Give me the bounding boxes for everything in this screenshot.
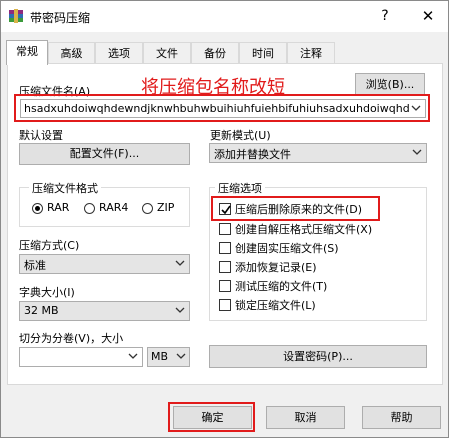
- chevron-down-icon: [128, 350, 138, 362]
- update-mode-value: 添加并替换文件: [214, 148, 291, 161]
- split-unit-select[interactable]: MB: [147, 347, 190, 367]
- method-value: 标准: [24, 259, 46, 272]
- filename-highlight-box: [14, 94, 430, 122]
- checkbox-solid[interactable]: [219, 242, 231, 254]
- radio-rar4-label: RAR4: [99, 201, 129, 214]
- checkbox-sfx[interactable]: [219, 223, 231, 235]
- chevron-down-icon: [175, 304, 185, 316]
- tab-options[interactable]: 选项: [95, 42, 143, 64]
- ok-highlight-box: [168, 402, 255, 432]
- dictionary-value: 32 MB: [24, 304, 59, 317]
- tab-advanced[interactable]: 高级: [48, 42, 95, 64]
- checkbox-sfx-label: 创建自解压格式压缩文件(X): [235, 223, 373, 236]
- set-password-button[interactable]: 设置密码(P)...: [209, 345, 427, 368]
- tab-files[interactable]: 文件: [143, 42, 191, 64]
- checkbox-recovery[interactable]: [219, 261, 231, 273]
- dictionary-label: 字典大小(I): [19, 286, 75, 299]
- update-mode-select[interactable]: 添加并替换文件: [209, 143, 427, 163]
- radio-zip-label: ZIP: [157, 201, 175, 214]
- tab-time[interactable]: 时间: [239, 42, 287, 64]
- split-label: 切分为分卷(V)，大小: [19, 332, 124, 345]
- tab-general[interactable]: 常规: [6, 40, 48, 65]
- delete-option-highlight-box: [211, 196, 380, 221]
- dictionary-select[interactable]: 32 MB: [19, 301, 190, 321]
- radio-zip[interactable]: [142, 203, 153, 214]
- radio-rar[interactable]: [32, 203, 43, 214]
- checkbox-lock[interactable]: [219, 299, 231, 311]
- default-settings-label: 默认设置: [19, 129, 63, 142]
- profiles-button[interactable]: 配置文件(F)...: [19, 143, 190, 165]
- cancel-button[interactable]: 取消: [266, 406, 345, 429]
- chevron-down-icon: [176, 350, 186, 362]
- winrar-app-icon: [8, 8, 24, 24]
- options-group-label: 压缩选项: [215, 180, 265, 196]
- title-bar[interactable]: 带密码压缩 ? ✕: [1, 1, 448, 32]
- checkbox-test[interactable]: [219, 280, 231, 292]
- chevron-down-icon: [175, 257, 185, 269]
- radio-rar4[interactable]: [84, 203, 95, 214]
- help-button[interactable]: 帮助: [362, 406, 441, 429]
- checkbox-lock-label: 锁定压缩文件(L): [235, 299, 316, 312]
- browse-button[interactable]: 浏览(B)...: [355, 73, 425, 96]
- split-unit-value: MB: [151, 350, 169, 363]
- chevron-down-icon: [412, 146, 422, 158]
- checkbox-recovery-label: 添加恢复记录(E): [235, 261, 317, 274]
- window-title: 带密码压缩: [30, 11, 91, 25]
- checkbox-test-label: 测试压缩的文件(T): [235, 280, 328, 293]
- method-label: 压缩方式(C): [19, 239, 80, 252]
- archive-dialog: 带密码压缩 ? ✕ 常规 高级 选项 文件 备份 时间 注释 压缩文件名(A) …: [0, 0, 449, 438]
- checkbox-solid-label: 创建固实压缩文件(S): [235, 242, 339, 255]
- split-size-combo[interactable]: [19, 347, 143, 367]
- title-close-button[interactable]: ✕: [419, 6, 437, 26]
- tab-backup[interactable]: 备份: [191, 42, 239, 64]
- method-select[interactable]: 标准: [19, 254, 190, 274]
- update-mode-label: 更新模式(U): [210, 129, 271, 142]
- radio-rar-label: RAR: [47, 201, 70, 214]
- title-help-button[interactable]: ?: [376, 6, 394, 26]
- tab-comment[interactable]: 注释: [287, 42, 335, 64]
- format-group-label: 压缩文件格式: [29, 180, 101, 196]
